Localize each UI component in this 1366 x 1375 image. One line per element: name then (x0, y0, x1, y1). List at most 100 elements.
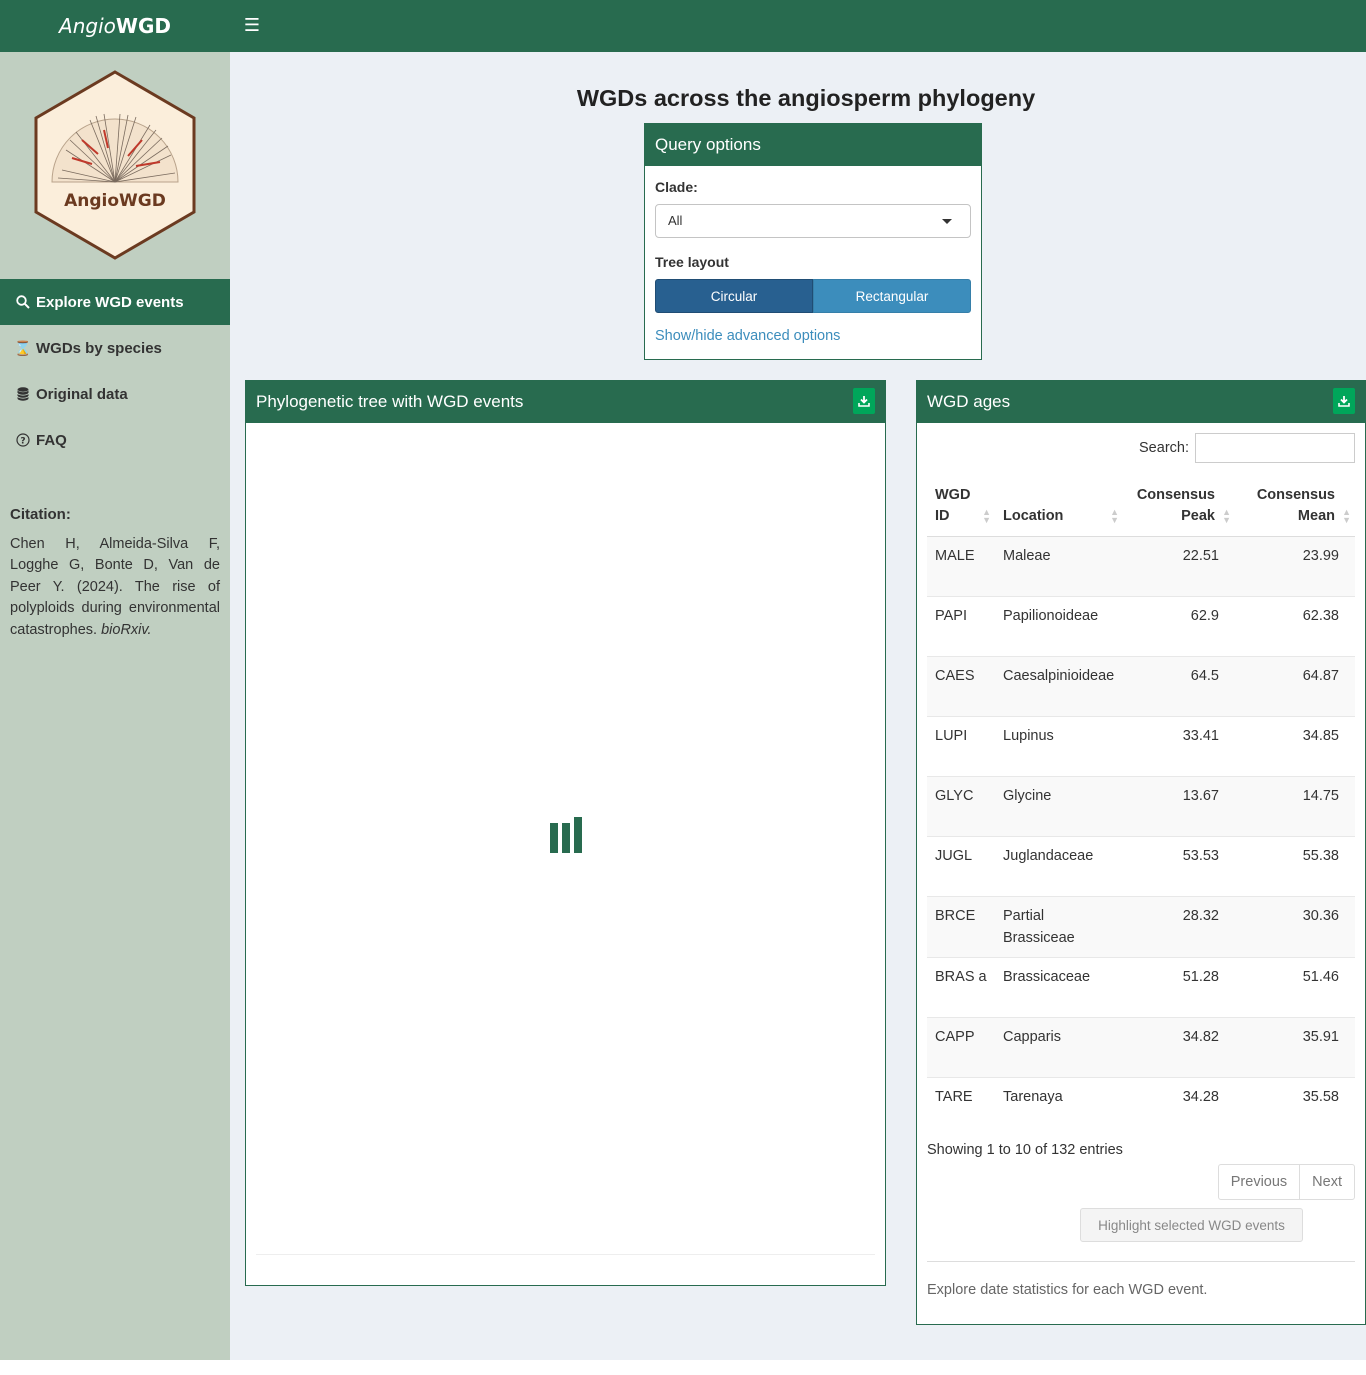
sort-icon: ▲ ▼ (982, 507, 991, 525)
cell-consensus-mean: 14.75 (1235, 776, 1355, 837)
caret-down-icon (942, 219, 952, 224)
table-row[interactable]: MALE Maleae 22.51 23.99 (927, 536, 1355, 597)
page-title: WGDs across the angiosperm phylogeny (576, 85, 1036, 111)
table-row[interactable]: GLYC Glycine 13.67 14.75 (927, 776, 1355, 837)
cell-consensus-peak: 64.5 (1123, 656, 1235, 717)
table-row[interactable]: PAPI Papilionoideae 62.9 62.38 (927, 596, 1355, 657)
cell-location: Tarenaya (995, 1077, 1123, 1138)
table-info: Showing 1 to 10 of 132 entries (927, 1142, 1123, 1158)
question-circle-icon: ? (14, 433, 32, 447)
tree-box-footer-divider (256, 1254, 875, 1255)
ages-download-button[interactable] (1333, 388, 1355, 414)
brand-bold: WGD (115, 14, 171, 38)
svg-text:?: ? (20, 437, 25, 447)
sidebar-item-label: Explore WGD events (36, 293, 184, 311)
table-row[interactable]: CAPP Capparis 34.82 35.91 (927, 1017, 1355, 1078)
layout-circular-button[interactable]: Circular (655, 279, 813, 313)
table-row[interactable]: TARE Tarenaya 34.28 35.58 (927, 1077, 1355, 1138)
cell-wgd-id: LUPI (927, 716, 995, 777)
next-page-button[interactable]: Next (1299, 1165, 1354, 1199)
main-content: WGDs across the angiosperm phylogeny Que… (230, 52, 1366, 1360)
col-header-consensus-mean[interactable]: Consensus Mean ▲ ▼ (1235, 477, 1355, 537)
cell-consensus-peak: 22.51 (1123, 536, 1235, 597)
cell-consensus-mean: 64.87 (1235, 656, 1355, 717)
cell-wgd-id: CAES (927, 656, 995, 717)
cell-wgd-id: JUGL (927, 836, 995, 897)
search-icon (14, 295, 32, 309)
cell-wgd-id: CAPP (927, 1017, 995, 1078)
hourglass-icon: ⌛ (14, 339, 32, 356)
clade-label: Clade: (655, 179, 698, 195)
pagination: Previous Next (1217, 1164, 1355, 1200)
cell-consensus-mean: 34.85 (1235, 716, 1355, 777)
highlight-selected-button[interactable]: Highlight selected WGD events (1080, 1208, 1303, 1242)
sidebar: AngioWGD Explore WGD events ⌛ WGDs by sp… (0, 52, 230, 1360)
wgd-ages-box: WGD ages Search: WGD ID ▲ ▼ Location ▲ ▼ Con… (916, 380, 1366, 1325)
table-row[interactable]: JUGL Juglandaceae 53.53 55.38 (927, 836, 1355, 897)
logo-text: AngioWGD (64, 191, 166, 211)
cell-location: Lupinus (995, 716, 1123, 777)
table-row[interactable]: BRCE Partial Brassiceae 28.32 30.36 (927, 896, 1355, 958)
cell-consensus-mean: 51.46 (1235, 957, 1355, 1018)
phylogenetic-tree-box: Phylogenetic tree with WGD events (245, 380, 886, 1286)
cell-location: Partial Brassiceae (995, 896, 1123, 958)
cell-wgd-id: PAPI (927, 596, 995, 657)
cell-consensus-peak: 62.9 (1123, 596, 1235, 657)
table-row[interactable]: CAES Caesalpinioideae 64.5 64.87 (927, 656, 1355, 717)
cell-wgd-id: BRCE (927, 896, 995, 958)
col-header-consensus-peak[interactable]: Consensus Peak ▲ ▼ (1123, 477, 1235, 537)
advanced-options-link[interactable]: Show/hide advanced options (655, 328, 840, 344)
query-options-box: Query options Clade: All Tree layout Cir… (644, 123, 982, 360)
ages-box-title: WGD ages (927, 392, 1011, 411)
cell-consensus-mean: 35.58 (1235, 1077, 1355, 1138)
query-options-header: Query options (645, 124, 981, 166)
database-icon (14, 387, 32, 401)
tree-box-header: Phylogenetic tree with WGD events (246, 381, 885, 423)
table-search: Search: (1139, 433, 1355, 463)
cell-wgd-id: TARE (927, 1077, 995, 1138)
sort-icon: ▲ ▼ (1342, 507, 1351, 525)
sidebar-nav: Explore WGD events ⌛ WGDs by species Ori… (0, 279, 230, 463)
cell-location: Papilionoideae (995, 596, 1123, 657)
top-navbar: AngioWGD ☰ (0, 0, 1366, 52)
cell-wgd-id: BRAS a (927, 957, 995, 1018)
clade-select-value: All (668, 213, 683, 228)
sidebar-item-faq[interactable]: ? FAQ (0, 417, 230, 463)
layout-rectangular-button[interactable]: Rectangular (813, 279, 971, 313)
cell-consensus-peak: 28.32 (1123, 896, 1235, 958)
brand-italic: Angio (59, 14, 116, 38)
cell-wgd-id: MALE (927, 536, 995, 597)
ages-box-footer: Explore date statistics for each WGD eve… (927, 1261, 1355, 1298)
tree-box-title: Phylogenetic tree with WGD events (256, 392, 524, 411)
cell-consensus-peak: 51.28 (1123, 957, 1235, 1018)
cell-consensus-peak: 34.82 (1123, 1017, 1235, 1078)
col-header-location[interactable]: Location ▲ ▼ (995, 477, 1123, 537)
citation-title: Citation: (10, 506, 71, 523)
previous-page-button[interactable]: Previous (1219, 1165, 1299, 1199)
search-input[interactable] (1195, 433, 1355, 463)
col-header-wgd-id[interactable]: WGD ID ▲ ▼ (927, 477, 995, 537)
loading-spinner (550, 817, 584, 853)
cell-consensus-mean: 62.38 (1235, 596, 1355, 657)
tree-download-button[interactable] (853, 388, 875, 414)
citation: Citation: Chen H, Almeida-Silva F, Loggh… (10, 504, 220, 641)
cell-location: Glycine (995, 776, 1123, 837)
cell-consensus-peak: 34.28 (1123, 1077, 1235, 1138)
cell-consensus-mean: 23.99 (1235, 536, 1355, 597)
cell-location: Brassicaceae (995, 957, 1123, 1018)
sidebar-item-explore-wgd-events[interactable]: Explore WGD events (0, 279, 230, 325)
sidebar-item-original-data[interactable]: Original data (0, 371, 230, 417)
download-icon (1338, 396, 1350, 407)
table-row[interactable]: BRAS a Brassicaceae 51.28 51.46 (927, 957, 1355, 1018)
cell-location: Capparis (995, 1017, 1123, 1078)
cell-consensus-mean: 55.38 (1235, 836, 1355, 897)
hamburger-icon[interactable]: ☰ (240, 14, 264, 38)
citation-body: Chen H, Almeida-Silva F, Logghe G, Bonte… (10, 534, 220, 642)
table-row[interactable]: LUPI Lupinus 33.41 34.85 (927, 716, 1355, 777)
cell-location: Caesalpinioideae (995, 656, 1123, 717)
brand-logo[interactable]: AngioWGD (0, 0, 230, 52)
sidebar-item-wgds-by-species[interactable]: ⌛ WGDs by species (0, 325, 230, 371)
cell-location: Maleae (995, 536, 1123, 597)
clade-select[interactable]: All (655, 204, 971, 238)
cell-location: Juglandaceae (995, 836, 1123, 897)
